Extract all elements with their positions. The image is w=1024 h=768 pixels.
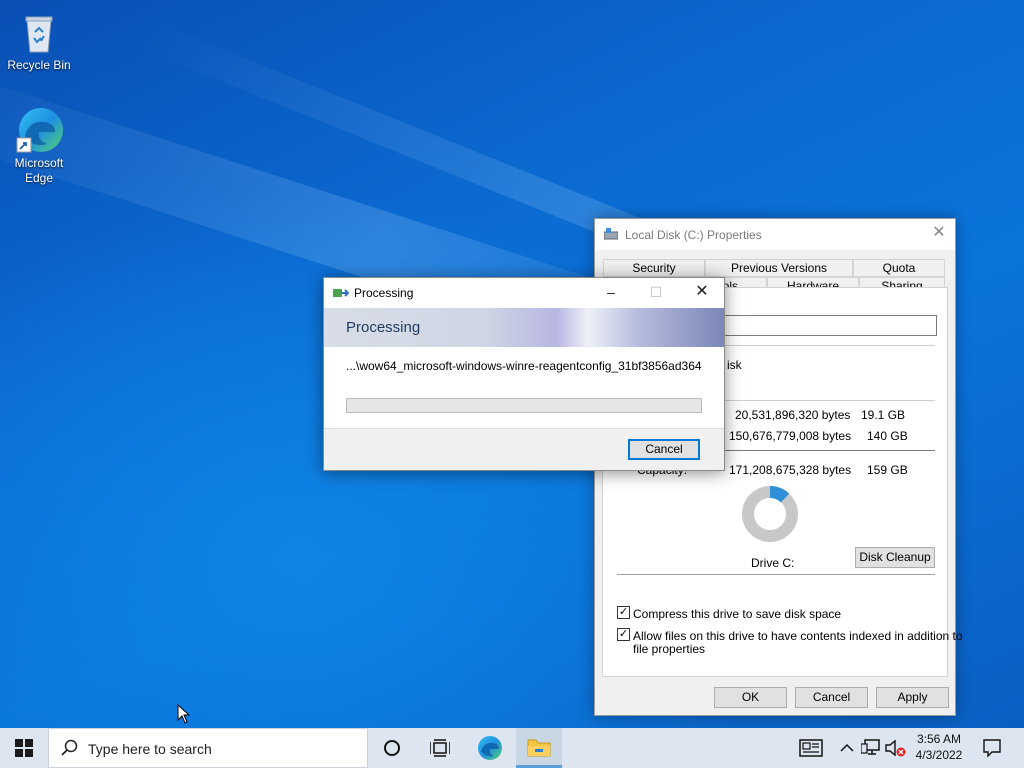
mouse-cursor-icon xyxy=(177,704,191,724)
close-icon[interactable]: ✕ xyxy=(692,283,712,301)
edge-icon xyxy=(478,736,502,760)
clock-date: 4/3/2022 xyxy=(915,748,963,762)
processing-banner: Processing xyxy=(324,308,724,347)
processing-cancel-button[interactable]: Cancel xyxy=(628,439,700,460)
clock[interactable]: 3:56 AM 4/3/2022 xyxy=(908,728,970,768)
network-status-button[interactable] xyxy=(860,728,882,768)
network-icon xyxy=(861,739,880,755)
search-icon xyxy=(61,739,78,756)
progress-bar xyxy=(346,398,702,413)
processing-heading: Processing xyxy=(346,319,421,336)
compress-checkbox[interactable]: ✓ xyxy=(617,606,630,619)
used-space-bytes: 20,531,896,320 bytes xyxy=(735,408,851,422)
properties-titlebar[interactable]: Local Disk (C:) Properties ✕ xyxy=(595,219,955,250)
free-space-size: 140 GB xyxy=(867,429,908,443)
tab-quota[interactable]: Quota xyxy=(853,259,945,277)
start-button[interactable] xyxy=(0,728,48,768)
recycle-bin-icon xyxy=(15,8,63,56)
processing-path: ...\wow64_microsoft-windows-winre-reagen… xyxy=(346,359,702,373)
clock-time: 3:56 AM xyxy=(916,732,962,746)
folder-icon xyxy=(527,739,551,757)
speaker-muted-icon xyxy=(885,739,906,757)
index-label: Allow files on this drive to have conten… xyxy=(633,629,963,643)
volume-button[interactable] xyxy=(884,728,908,768)
taskbar-file-explorer-button[interactable] xyxy=(516,728,562,768)
processing-app-icon xyxy=(333,287,350,299)
drive-type-value: isk xyxy=(727,358,742,372)
notification-icon xyxy=(983,739,1001,757)
index-label-continued: file properties xyxy=(633,642,706,656)
compress-label: Compress this drive to save disk space xyxy=(633,607,842,621)
drive-name-field[interactable] xyxy=(723,315,937,336)
processing-footer: Cancel xyxy=(324,428,724,470)
edge-icon xyxy=(15,106,63,154)
processing-titlebar[interactable]: Processing – ☐ ✕ xyxy=(324,278,724,308)
drive-icon xyxy=(603,228,619,240)
tab-previous-versions[interactable]: Previous Versions xyxy=(705,259,853,277)
capacity-bytes: 171,208,675,328 bytes xyxy=(729,463,852,477)
search-placeholder: Type here to search xyxy=(88,741,212,757)
task-view-icon xyxy=(430,739,450,757)
cancel-button[interactable]: Cancel xyxy=(795,687,868,708)
taskbar-edge-button[interactable] xyxy=(466,728,514,768)
index-checkbox[interactable]: ✓ xyxy=(617,628,630,641)
news-icon xyxy=(799,739,823,757)
desktop-icon-label: Microsoft Edge xyxy=(14,156,64,185)
disk-cleanup-button[interactable]: Disk Cleanup xyxy=(855,547,935,568)
properties-title: Local Disk (C:) Properties xyxy=(625,228,762,242)
capacity-size: 159 GB xyxy=(867,463,908,477)
chevron-up-icon xyxy=(840,743,854,752)
task-view-button[interactable] xyxy=(416,728,464,768)
drive-label: Drive C: xyxy=(751,556,795,570)
desktop-icon-edge[interactable]: Microsoft Edge xyxy=(1,106,77,186)
minimize-icon[interactable]: – xyxy=(601,283,621,301)
taskbar: Type here to search 3:56 AM 4/3/2022 xyxy=(0,728,1024,768)
taskbar-search-box[interactable]: Type here to search xyxy=(48,728,368,768)
show-hidden-icons-button[interactable] xyxy=(838,728,856,768)
desktop-icon-label: Recycle Bin xyxy=(7,58,71,72)
tab-security[interactable]: Security xyxy=(603,259,705,277)
cortana-button[interactable] xyxy=(368,728,416,768)
close-icon[interactable]: ✕ xyxy=(931,225,947,241)
notifications-button[interactable] xyxy=(976,728,1010,768)
windows-logo-icon xyxy=(15,739,33,757)
maximize-icon: ☐ xyxy=(649,284,663,300)
ok-button[interactable]: OK xyxy=(714,687,787,708)
processing-title: Processing xyxy=(354,286,414,300)
processing-dialog: Processing – ☐ ✕ Processing ...\wow64_mi… xyxy=(323,277,725,471)
free-space-bytes: 150,676,779,008 bytes xyxy=(729,429,852,443)
apply-button[interactable]: Apply xyxy=(876,687,949,708)
disk-usage-donut xyxy=(742,486,798,542)
used-space-size: 19.1 GB xyxy=(861,408,906,422)
desktop-icon-recycle-bin[interactable]: Recycle Bin xyxy=(1,8,77,73)
cortana-icon xyxy=(384,740,400,756)
action-center-news-button[interactable] xyxy=(794,728,828,768)
